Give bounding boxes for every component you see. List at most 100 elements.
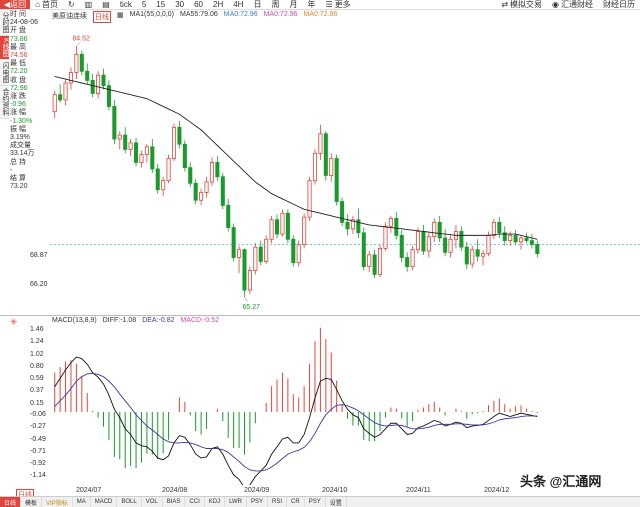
macd-chart[interactable] [50,325,640,485]
candle-body [188,167,193,184]
indicator-tab[interactable]: 日线 [0,496,22,507]
minute-chart-button[interactable]: ▤ [97,0,115,9]
indicator-tab[interactable]: VOL [142,496,163,507]
period-30[interactable]: 30 [170,0,189,9]
candle-body [312,152,318,182]
candle-body [269,219,274,240]
indicator-tab[interactable]: MA [73,496,91,507]
sim-trade-button[interactable]: ⇄ 模拟交易 [496,0,547,9]
tab-time-chart[interactable]: 分时图 [0,10,9,36]
candle-body [85,70,90,81]
indicator-tab[interactable]: MACD [91,496,118,507]
macd-axis-label: 0.59 [30,374,44,382]
candle-body [155,168,160,191]
sim-trade-label: 模拟交易 [510,0,543,9]
refresh-button[interactable]: ↻ [63,0,80,9]
tick-button[interactable]: tick [115,0,137,9]
candle-body [209,162,214,183]
macd-title: MACD(13,8,9) [52,317,97,324]
tab-flash[interactable]: 闪电图 [0,59,9,86]
tab-contract[interactable]: 合约资料 [0,85,9,119]
indicator-tab[interactable]: BIAS [163,496,186,507]
more-button[interactable]: ☰ 更多 [320,0,355,9]
huitong-button[interactable]: ◉ 汇通财经 [547,0,598,9]
period-60[interactable]: 60 [189,0,208,9]
indicator-tab[interactable]: LWR [225,496,247,507]
indicator-tab[interactable]: PSY [247,496,269,507]
candle-body [307,180,312,218]
period-label: 30 [175,0,185,9]
calendar-button[interactable]: 财经日历 [598,0,640,9]
candle-body [150,146,155,170]
indicator-tab[interactable]: VIP指标 [42,496,73,507]
candlestick-chart[interactable]: 84.52 65.27 [50,22,640,312]
macd-axis-label: -1.14 [30,472,46,480]
low-annotation: 65.27 [242,304,260,311]
candle-body [112,106,117,140]
candle-body [497,221,502,234]
candle-body [220,176,225,206]
macd-axis-label: -0.06 [30,411,46,419]
candle-body [529,240,534,245]
macd-star-icon[interactable]: ✳ [10,317,18,328]
candle-body [177,126,182,145]
indicator-tab[interactable]: RSI [268,496,288,507]
watermark-prefix: 头条 [520,474,547,489]
indicator-tab[interactable]: PSY [305,496,326,507]
open-label: 开 盘 [10,27,26,35]
indicator-tab[interactable]: BOLL [117,496,142,507]
candle-body [372,254,377,275]
calendar-label: 财经日历 [603,0,635,9]
low-annotation-pointer [244,296,248,303]
candle-body [459,231,464,248]
candle-body [199,191,204,201]
candle-body [117,134,122,140]
candle-body [443,237,448,253]
back-label: 返回 [10,0,27,9]
period-4h[interactable]: 4H [228,0,248,9]
candle-body [486,234,491,255]
period-day[interactable]: 日 [248,0,266,9]
candle-body [274,219,280,235]
x-axis-label: 2024/10 [322,487,348,494]
tab-kline[interactable]: K线图 [0,36,9,60]
candle-body [334,158,339,202]
period-label: 月 [289,0,298,9]
price-axis-label: 68.87 [30,252,48,259]
candle-body [421,231,426,252]
candle-body [383,225,388,249]
candle-body [58,94,63,101]
time-label: 时 间 [10,11,26,18]
macd-value: MACD:-0.52 [180,317,219,324]
candle-body [405,257,410,268]
macd-axis-label: 1.46 [30,326,44,334]
macd-axis-label: -0.92 [30,459,46,467]
candle-body [285,212,290,240]
indicator-tab[interactable]: KDJ [205,496,226,507]
period-2h[interactable]: 2H [208,0,228,9]
period-year[interactable]: 年 [302,0,320,9]
candle-body [134,142,139,163]
bar-chart-button[interactable]: ▥ [80,0,98,9]
period-month[interactable]: 月 [284,0,302,9]
x-axis-label: 2024/07 [76,487,102,494]
refresh-icon: ↻ [68,0,75,9]
indicator-tab[interactable]: CCI [185,496,205,507]
period-15[interactable]: 15 [151,0,170,9]
indicator-tab[interactable]: CR [287,496,305,507]
period-label: 日 [253,0,262,9]
vol-value: 33.14万 [10,150,35,158]
period-5[interactable]: 5 [137,0,151,9]
candle-body [171,126,177,159]
candle-body [63,82,68,101]
period-week[interactable]: 周 [266,0,284,9]
home-button[interactable]: ⌂ 首页 [30,0,63,9]
candle-body [215,162,220,178]
minute-chart-icon: ▤ [102,0,110,9]
indicator-tab[interactable]: 模板 [21,496,43,507]
candle-body [247,270,252,291]
more-label: 更多 [334,0,351,9]
candle-body [394,218,399,236]
indicator-tab[interactable]: 设置 [326,496,347,507]
back-button[interactable]: ◀ 返回 [0,0,31,9]
